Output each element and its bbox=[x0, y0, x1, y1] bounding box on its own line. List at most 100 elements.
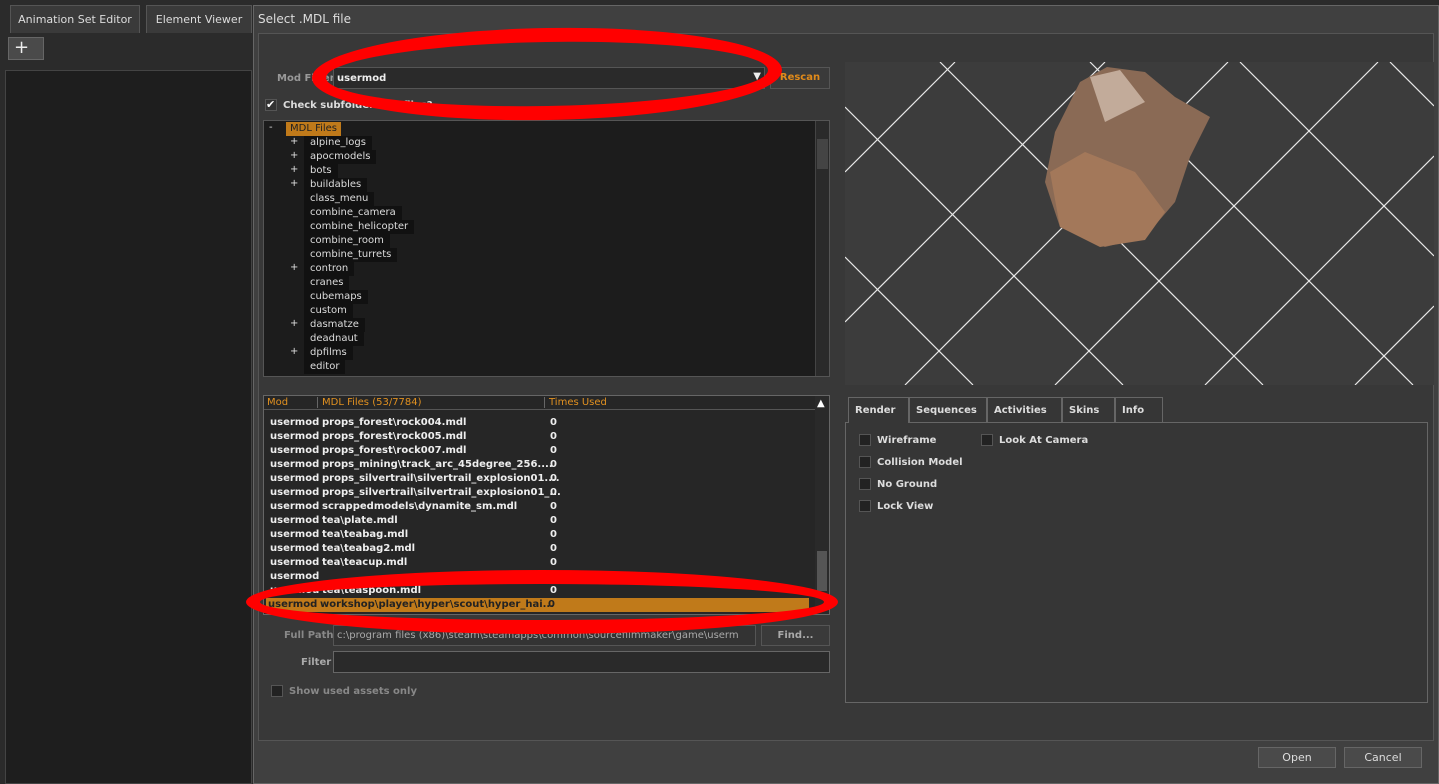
list-scrollbar[interactable]: ▲ bbox=[815, 396, 829, 614]
list-cell: usermod bbox=[270, 473, 320, 484]
tree-item[interactable]: apocmodels bbox=[304, 150, 377, 164]
collapse-toggle[interactable]: - bbox=[269, 122, 273, 133]
annotation-circle-selected-row bbox=[246, 570, 838, 634]
list-cell: usermod bbox=[270, 515, 320, 526]
list-cell: scrappedmodels\dynamite_sm.mdl bbox=[322, 501, 518, 512]
list-cell: 0 bbox=[550, 431, 557, 442]
list-cell: usermod bbox=[270, 557, 320, 568]
expand-toggle[interactable]: + bbox=[290, 136, 298, 147]
show-used-checkbox[interactable] bbox=[271, 685, 283, 697]
cancel-button[interactable]: Cancel bbox=[1344, 747, 1422, 768]
list-cell: 0 bbox=[550, 487, 557, 498]
lock-view-checkbox[interactable] bbox=[859, 500, 871, 512]
tree-root[interactable]: MDL Files bbox=[286, 122, 342, 136]
list-row[interactable]: usermod props_forest\rock005.mdl 0 bbox=[268, 430, 808, 444]
expand-toggle[interactable]: + bbox=[290, 150, 298, 161]
list-header: Mod MDL Files (53/7784) Times Used bbox=[264, 396, 815, 410]
list-cell: 0 bbox=[550, 529, 557, 540]
wireframe-checkbox[interactable] bbox=[859, 434, 871, 446]
list-row[interactable]: usermod props_forest\rock007.mdl 0 bbox=[268, 444, 808, 458]
tab-activities[interactable]: Activities bbox=[987, 397, 1062, 422]
model-preview-viewport[interactable] bbox=[845, 62, 1434, 385]
column-times-used[interactable]: Times Used bbox=[544, 397, 607, 408]
list-row[interactable]: usermod scrappedmodels\dynamite_sm.mdl 0 bbox=[268, 500, 808, 514]
filter-label: Filter bbox=[301, 657, 332, 668]
tree-item[interactable]: custom bbox=[304, 304, 353, 318]
list-cell: 0 bbox=[550, 501, 557, 512]
tree-item[interactable]: alpine_logs bbox=[304, 136, 372, 150]
tree-item[interactable]: buildables bbox=[304, 178, 368, 192]
list-cell: props_silvertrail\silvertrail_explosion0… bbox=[322, 487, 561, 498]
scroll-up-icon[interactable]: ▲ bbox=[817, 398, 825, 409]
left-panel bbox=[5, 70, 252, 784]
mdl-tree[interactable]: - MDL Files + alpine_logs + apocmodels + bots… bbox=[263, 120, 830, 377]
list-cell: usermod bbox=[270, 501, 320, 512]
tree-item[interactable]: class_menu bbox=[304, 192, 375, 206]
list-cell: usermod bbox=[270, 487, 320, 498]
expand-toggle[interactable]: + bbox=[290, 164, 298, 175]
list-cell: tea\teabag.mdl bbox=[322, 529, 409, 540]
list-cell: 0 bbox=[550, 473, 557, 484]
tree-item[interactable]: combine_room bbox=[304, 234, 390, 248]
expand-toggle[interactable]: + bbox=[290, 318, 298, 329]
tab-info[interactable]: Info bbox=[1115, 397, 1163, 422]
list-cell: 0 bbox=[550, 445, 557, 456]
collision-model-label: Collision Model bbox=[877, 457, 963, 468]
list-row[interactable]: usermod props_silvertrail\silvertrail_exp… bbox=[268, 472, 808, 486]
check-subfolders-checkbox[interactable]: ✔ bbox=[265, 99, 277, 111]
full-path-label: Full Path bbox=[284, 630, 334, 641]
tab-sequences[interactable]: Sequences bbox=[909, 397, 987, 422]
list-cell: usermod bbox=[270, 529, 320, 540]
list-cell: usermod bbox=[270, 459, 320, 470]
list-cell: 0 bbox=[550, 543, 557, 554]
expand-toggle[interactable]: + bbox=[290, 346, 298, 357]
collision-model-checkbox[interactable] bbox=[859, 456, 871, 468]
list-cell: props_forest\rock005.mdl bbox=[322, 431, 467, 442]
no-ground-checkbox[interactable] bbox=[859, 478, 871, 490]
tab-element-viewer[interactable]: Element Viewer bbox=[146, 5, 252, 33]
expand-toggle[interactable]: + bbox=[290, 262, 298, 273]
tree-scrollbar[interactable] bbox=[815, 121, 829, 376]
tree-item[interactable]: bots bbox=[304, 164, 338, 178]
list-row[interactable]: usermod tea\plate.mdl 0 bbox=[268, 514, 808, 528]
tree-item[interactable]: dasmatze bbox=[304, 318, 365, 332]
list-cell: tea\teacup.mdl bbox=[322, 557, 408, 568]
tab-skins[interactable]: Skins bbox=[1062, 397, 1115, 422]
list-cell: usermod bbox=[270, 431, 320, 442]
list-cell: 0 bbox=[550, 557, 557, 568]
list-cell: tea\plate.mdl bbox=[322, 515, 398, 526]
find-button[interactable]: Find... bbox=[761, 625, 830, 646]
tree-item[interactable]: combine_camera bbox=[304, 206, 402, 220]
wireframe-label: Wireframe bbox=[877, 435, 937, 446]
tree-item[interactable]: cubemaps bbox=[304, 290, 368, 304]
expand-toggle[interactable]: + bbox=[290, 178, 298, 189]
list-cell: 0 bbox=[550, 515, 557, 526]
list-cell: props_mining\track_arc_45degree_256.... bbox=[322, 459, 553, 470]
tab-animation-set-editor[interactable]: Animation Set Editor bbox=[10, 5, 140, 33]
list-cell: props_forest\rock004.mdl bbox=[322, 417, 467, 428]
tree-item[interactable]: deadnaut bbox=[304, 332, 364, 346]
tree-item[interactable]: combine_helicopter bbox=[304, 220, 415, 234]
list-row[interactable]: usermod props_silvertrail\silvertrail_exp… bbox=[268, 486, 808, 500]
tab-render[interactable]: Render bbox=[848, 397, 909, 423]
tree-item[interactable]: cranes bbox=[304, 276, 350, 290]
look-at-camera-label: Look At Camera bbox=[999, 435, 1089, 446]
look-at-camera-checkbox[interactable] bbox=[981, 434, 993, 446]
tree-item[interactable]: editor bbox=[304, 360, 346, 374]
add-button[interactable]: + bbox=[8, 37, 44, 60]
list-row[interactable]: usermod tea\teacup.mdl 0 bbox=[268, 556, 808, 570]
list-row[interactable]: usermod props_forest\rock004.mdl 0 bbox=[268, 416, 808, 430]
no-ground-label: No Ground bbox=[877, 479, 938, 490]
list-row[interactable]: usermod tea\teabag.mdl 0 bbox=[268, 528, 808, 542]
list-cell: tea\teabag2.mdl bbox=[322, 543, 416, 554]
tree-item[interactable]: dpfilms bbox=[304, 346, 353, 360]
show-used-label: Show used assets only bbox=[289, 686, 417, 697]
open-button[interactable]: Open bbox=[1258, 747, 1336, 768]
column-mod[interactable]: Mod bbox=[267, 397, 288, 408]
tree-item[interactable]: combine_turrets bbox=[304, 248, 398, 262]
list-row[interactable]: usermod tea\teabag2.mdl 0 bbox=[268, 542, 808, 556]
list-row[interactable]: usermod props_mining\track_arc_45degree_2… bbox=[268, 458, 808, 472]
column-mdl-files[interactable]: MDL Files (53/7784) bbox=[317, 397, 422, 408]
tree-item[interactable]: contron bbox=[304, 262, 355, 276]
filter-input[interactable] bbox=[333, 651, 830, 673]
